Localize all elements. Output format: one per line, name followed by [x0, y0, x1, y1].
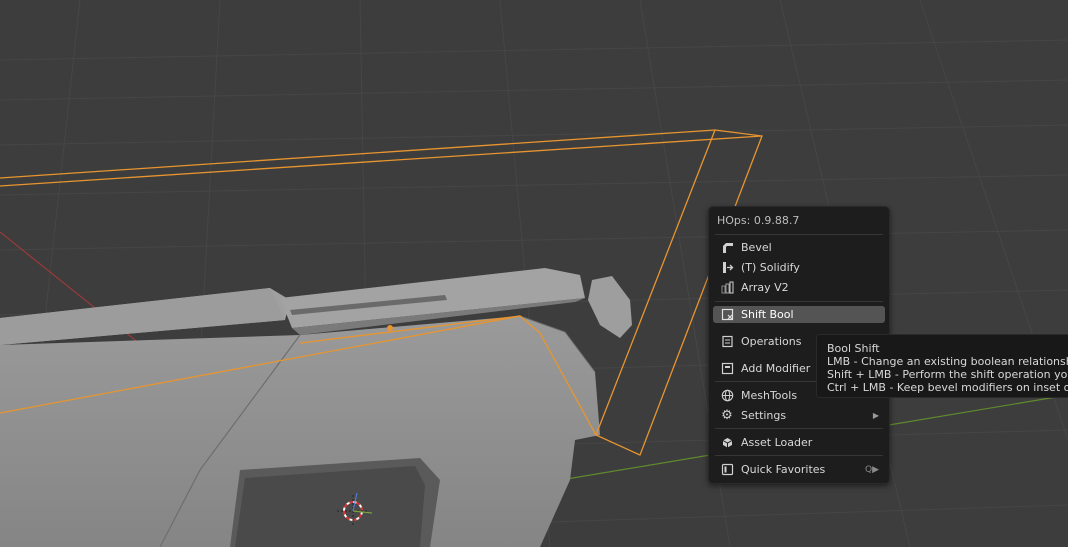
gear-icon: ⚙ — [721, 408, 733, 423]
menu-item-label: Settings — [741, 409, 787, 422]
operations-icon — [720, 335, 734, 349]
tooltip-title: Bool Shift — [827, 342, 880, 355]
menu-item-label: (T) Solidify — [741, 261, 800, 274]
quick-favorites-icon — [720, 463, 734, 477]
submenu-arrow-icon: ▶ — [872, 411, 879, 420]
menu-item-array-v2[interactable]: Array V2 — [713, 279, 885, 296]
menu-item-label: Quick Favorites — [741, 463, 826, 476]
menu-item-quick-favorites[interactable]: Quick Favorites Q▶ — [713, 461, 885, 478]
object-origin-dot — [387, 325, 393, 331]
shortcut-hint: Q▶ — [864, 464, 879, 475]
menu-item-settings[interactable]: ⚙ Settings ▶ — [713, 407, 885, 424]
menu-item-asset-loader[interactable]: Asset Loader — [713, 434, 885, 451]
menu-separator — [715, 301, 883, 302]
menu-item-label: Operations — [741, 335, 802, 348]
tooltip-line: Shift + LMB - Perform the shift operatio… — [827, 368, 1068, 381]
add-modifier-icon — [720, 362, 734, 376]
globe-icon — [720, 389, 734, 403]
menu-item-label: Asset Loader — [741, 436, 813, 449]
menu-item-solidify[interactable]: (T) Solidify — [713, 259, 885, 276]
solidify-icon — [720, 261, 734, 275]
menu-item-shift-bool[interactable]: Shift Bool — [713, 306, 885, 323]
tooltip-line: Ctrl + LMB - Keep bevel modifiers on ins… — [827, 381, 1068, 394]
shift-bool-icon — [720, 308, 734, 322]
bevel-icon — [720, 241, 734, 255]
menu-item-bevel[interactable]: Bevel — [713, 239, 885, 256]
menu-item-label: Add Modifier — [741, 362, 811, 375]
menu-item-label: Array V2 — [741, 281, 789, 294]
3d-viewport[interactable] — [0, 0, 1068, 547]
menu-item-label: Bevel — [741, 241, 772, 254]
menu-separator — [715, 234, 883, 235]
menu-title: HOps: 0.9.88.7 — [717, 214, 800, 227]
array-icon — [720, 281, 734, 295]
tooltip-line: LMB - Change an existing boolean relatio… — [827, 355, 1068, 368]
shift-bool-tooltip: Bool Shift LMB - Change an existing bool… — [816, 334, 1068, 398]
menu-separator — [715, 455, 883, 456]
menu-separator — [715, 428, 883, 429]
menu-item-label: MeshTools — [741, 389, 798, 402]
asset-loader-icon — [720, 436, 734, 450]
menu-item-label: Shift Bool — [741, 308, 794, 321]
